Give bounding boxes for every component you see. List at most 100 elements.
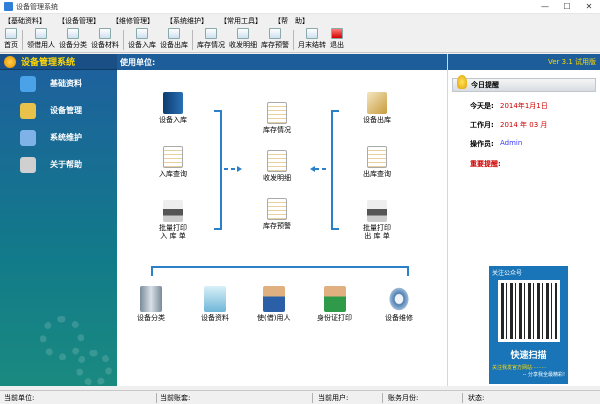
menu-bar: 【基础资料】 【设备管理】 【维修管理】 【系统维护】 【常用工具】 【帮 助】 [0, 14, 600, 27]
tb-label: 退出 [330, 41, 344, 49]
tb-label: 设备出库 [160, 41, 188, 49]
module-outbound[interactable]: 设备出库 [363, 92, 391, 124]
main-panel: 使用单位: 设备入库 入库查询 批量打印 入 库 单 库存情况 收发明细 库存预… [117, 54, 447, 386]
book-icon [20, 75, 36, 92]
module-label: 批量打印 出 库 单 [363, 224, 391, 240]
module-label: 设备出库 [363, 116, 391, 124]
module-inbound[interactable]: 设备入库 [159, 92, 187, 124]
tb-label: 月末结转 [298, 41, 326, 49]
module-label: 身份证打印 [317, 314, 352, 322]
operator-label: 操作员: [470, 140, 494, 148]
toolbar-separator [293, 30, 294, 50]
module-label: 收发明细 [263, 174, 291, 182]
lightbulb-icon [457, 75, 467, 89]
menu-tools[interactable]: 【常用工具】 [220, 16, 262, 26]
toolbar-separator [123, 30, 124, 50]
flow-line [214, 228, 222, 230]
minimize-button[interactable]: — [534, 0, 556, 14]
document-icon [267, 198, 287, 220]
sidebar-item-basic-data[interactable]: 基础资料 [0, 70, 117, 97]
flow-line [151, 266, 409, 268]
monthend-button[interactable]: 月末结转 [298, 28, 326, 52]
borrower-button[interactable]: 领借用人 [27, 28, 55, 52]
material-button[interactable]: 设备材料 [91, 28, 119, 52]
sidebar-item-equipment[interactable]: 设备管理 [0, 97, 117, 124]
category-button[interactable]: 设备分类 [59, 28, 87, 52]
tb-label: 库存预警 [261, 41, 289, 49]
trash-bin-icon [140, 286, 162, 312]
window-title: 设备管理系统 [16, 2, 58, 11]
menu-system[interactable]: 【系统维护】 [166, 16, 208, 26]
module-label: 库存情况 [263, 126, 291, 134]
module-borrower[interactable]: 使(借)用人 [257, 286, 290, 322]
close-button[interactable]: ✕ [578, 0, 600, 14]
tb-label: 设备材料 [91, 41, 119, 49]
document-icon [367, 146, 387, 168]
sidebar: 设备管理系统 基础资料 设备管理 系统维护 关于帮助 [0, 54, 117, 386]
module-detail[interactable]: 收发明细 [263, 150, 291, 182]
toolbar-separator [22, 30, 23, 50]
version-bar: Ver 3.1 试用版 [448, 54, 600, 70]
qr-scan-label: 快速扫描 [510, 351, 547, 361]
maximize-button[interactable]: ☐ [556, 0, 578, 14]
alert-label: 重要提醒: [470, 160, 501, 168]
qr-code-box: 关注公众号 快速扫描 关注我发官方网站········· -- 分享我全最精彩! [489, 266, 568, 384]
inventory-button[interactable]: 库存情况 [197, 28, 225, 52]
module-print-outbound[interactable]: 批量打印 出 库 单 [363, 200, 391, 240]
sidebar-item-label: 设备管理 [50, 106, 82, 115]
tb-label: 首页 [4, 41, 18, 49]
module-inbound-query[interactable]: 入库查询 [159, 146, 187, 178]
gear-decoration-icon [40, 316, 84, 360]
outbound-icon [168, 28, 180, 39]
module-equipment-data[interactable]: 设备资料 [201, 286, 229, 322]
monthend-icon [306, 28, 318, 39]
module-label: 库存预警 [263, 222, 291, 230]
person-icon [262, 286, 285, 312]
flow-line [331, 110, 333, 230]
menu-help[interactable]: 【帮 助】 [274, 16, 309, 26]
status-unit: 当前单位: [4, 394, 35, 402]
today-value: 2014年1月1日 [500, 102, 548, 110]
outbound-button[interactable]: 设备出库 [160, 28, 188, 52]
work-month-value: 2014 年 03 月 [500, 121, 548, 129]
work-month-label: 工作月: [470, 121, 494, 129]
sidebar-item-system[interactable]: 系统维护 [0, 124, 117, 151]
module-label: 使(借)用人 [257, 314, 291, 322]
detail-button[interactable]: 收发明细 [229, 28, 257, 52]
qr-code-icon [497, 280, 560, 342]
warning-button[interactable]: 库存预警 [261, 28, 289, 52]
inbound-button[interactable]: 设备入库 [128, 28, 156, 52]
module-warning[interactable]: 库存预警 [263, 198, 291, 230]
material-icon [99, 28, 111, 39]
menu-repair[interactable]: 【维修管理】 [112, 16, 154, 26]
sidebar-item-label: 基础资料 [50, 79, 82, 88]
report-icon [204, 286, 226, 312]
flow-line [407, 266, 409, 276]
app-icon [4, 2, 13, 11]
module-repair[interactable]: 设备维修 [385, 286, 413, 322]
module-label: 批量打印 入 库 单 [159, 224, 187, 240]
computer-icon [20, 129, 36, 146]
module-print-inbound[interactable]: 批量打印 入 库 单 [159, 200, 187, 240]
module-id-print[interactable]: 身份证打印 [317, 286, 352, 322]
menu-basic-data[interactable]: 【基础资料】 [4, 16, 46, 26]
module-outbound-query[interactable]: 出库查询 [363, 146, 391, 178]
exit-button[interactable]: 退出 [330, 28, 344, 52]
unit-label: 使用单位: [120, 57, 156, 67]
module-label: 设备维修 [385, 314, 413, 322]
operator-value: Admin [500, 139, 523, 147]
home-button[interactable]: 首页 [4, 28, 18, 52]
status-account: 当前账套: [160, 394, 191, 402]
status-divider [462, 393, 463, 403]
status-divider [382, 393, 383, 403]
sidebar-item-help[interactable]: 关于帮助 [0, 151, 117, 178]
sidebar-header: 设备管理系统 [0, 54, 117, 70]
status-user: 当前用户: [318, 394, 349, 402]
qr-sub-label: 关注我发官方网站········· [492, 365, 547, 371]
module-category[interactable]: 设备分类 [137, 286, 165, 322]
menu-equipment[interactable]: 【设备管理】 [58, 16, 100, 26]
document-icon [163, 146, 183, 168]
tb-label: 库存情况 [197, 41, 225, 49]
reminder-header: 今日提醒 [452, 75, 596, 92]
module-inventory[interactable]: 库存情况 [263, 102, 291, 134]
